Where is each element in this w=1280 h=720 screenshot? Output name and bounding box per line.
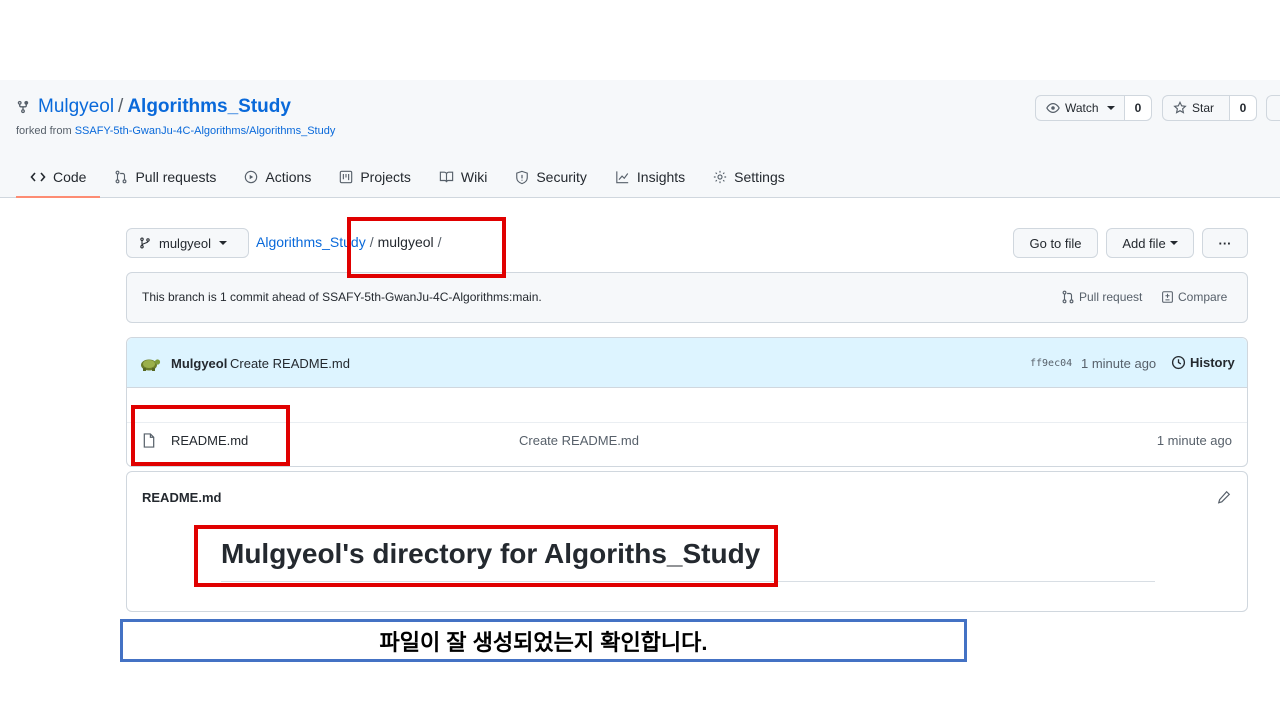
go-to-file-button[interactable]: Go to file <box>1013 228 1098 258</box>
tab-code[interactable]: Code <box>16 158 101 198</box>
repo-owner-link[interactable]: Mulgyeol <box>38 96 114 118</box>
file-commit-message-link[interactable]: Create README.md <box>519 433 639 448</box>
tab-wiki[interactable]: Wiki <box>425 158 501 198</box>
play-icon <box>245 170 258 184</box>
highlight-readme-heading-box <box>194 525 778 587</box>
commit-author-link[interactable]: Mulgyeol <box>171 356 227 371</box>
history-label: History <box>1190 355 1235 370</box>
star-button[interactable]: Star 0 <box>1162 95 1257 121</box>
tab-label: Pull requests <box>135 169 217 185</box>
chevron-down-icon <box>219 241 228 245</box>
tab-security[interactable]: Security <box>501 158 601 198</box>
fork-button[interactable] <box>1266 95 1280 121</box>
watch-count[interactable]: 0 <box>1125 96 1151 120</box>
chevron-down-icon <box>1106 106 1115 110</box>
code-icon <box>30 172 46 182</box>
eye-icon <box>1046 103 1060 113</box>
star-label: Star <box>1192 101 1215 115</box>
star-count[interactable]: 0 <box>1230 96 1256 120</box>
gear-icon <box>714 170 727 184</box>
highlight-readme-file-box <box>131 405 290 466</box>
pull-request-link[interactable]: Pull request <box>1061 290 1142 304</box>
commit-time: 1 minute ago <box>1081 356 1157 371</box>
annotation-caption: 파일이 잘 생성되었는지 확인합니다. <box>120 619 967 662</box>
watch-label: Watch <box>1065 101 1099 115</box>
tab-label: Security <box>536 169 587 185</box>
tab-label: Projects <box>360 169 411 185</box>
repo-title-separator: / <box>118 96 124 117</box>
readme-filename: README.md <box>142 490 222 505</box>
pencil-icon[interactable] <box>1217 490 1231 504</box>
compare-link[interactable]: Compare <box>1161 290 1227 304</box>
tab-label: Actions <box>265 169 312 185</box>
branch-status-bar: This branch is 1 commit ahead of SSAFY-5… <box>126 272 1248 323</box>
more-options-button[interactable]: ··· <box>1202 228 1248 258</box>
pull-request-icon <box>116 170 127 184</box>
add-file-button[interactable]: Add file <box>1106 228 1194 258</box>
repo-header: Mulgyeol / Algorithms_Study forked from … <box>0 80 1280 198</box>
latest-commit-row: Mulgyeol Create README.md ff9ec04 1 minu… <box>127 338 1247 388</box>
file-list: Mulgyeol Create README.md ff9ec04 1 minu… <box>126 337 1248 467</box>
history-icon <box>1171 355 1186 370</box>
history-link[interactable]: History <box>1171 355 1235 370</box>
graph-icon <box>616 171 629 184</box>
commit-sha-link[interactable]: ff9ec04 <box>1030 358 1072 369</box>
shield-icon <box>516 170 529 184</box>
forked-from-link[interactable]: SSAFY-5th-GwanJu-4C-Algorithms/Algorithm… <box>75 125 336 137</box>
tab-actions[interactable]: Actions <box>230 158 325 198</box>
tab-pull-requests[interactable]: Pull requests <box>100 158 230 198</box>
commit-message-link[interactable]: Create README.md <box>230 356 350 371</box>
tab-label: Wiki <box>460 169 488 185</box>
file-diff-icon <box>1162 291 1173 303</box>
project-icon <box>340 170 353 184</box>
file-commit-time: 1 minute ago <box>1156 433 1232 448</box>
avatar[interactable] <box>139 353 161 373</box>
tab-insights[interactable]: Insights <box>601 158 699 198</box>
forked-from-label: forked from <box>16 125 72 137</box>
file-row[interactable]: README.md Create README.md 1 minute ago <box>127 422 1247 458</box>
repo-title: Mulgyeol / Algorithms_Study <box>16 96 291 118</box>
pull-request-label: Pull request <box>1079 290 1143 304</box>
forked-from: forked from SSAFY-5th-GwanJu-4C-Algorith… <box>16 125 335 137</box>
tab-label: Settings <box>734 169 785 185</box>
branch-select-button[interactable]: mulgyeol <box>126 228 249 258</box>
tab-projects[interactable]: Projects <box>325 158 425 198</box>
file-toolbar: mulgyeol Algorithms_Study / mulgyeol / Go t… <box>126 228 1248 258</box>
pull-request-icon <box>1062 290 1074 304</box>
highlight-breadcrumb-box <box>347 217 506 278</box>
chevron-down-icon <box>1169 241 1178 245</box>
branch-ahead-message: This branch is 1 commit ahead of SSAFY-5… <box>142 290 542 304</box>
tab-settings[interactable]: Settings <box>699 158 799 198</box>
github-repo-screenshot: Mulgyeol / Algorithms_Study forked from … <box>0 80 1280 612</box>
repo-forked-icon <box>17 100 29 114</box>
watch-button[interactable]: Watch 0 <box>1035 95 1152 121</box>
star-icon <box>1173 101 1187 114</box>
repo-name-link[interactable]: Algorithms_Study <box>127 96 291 118</box>
tab-label: Insights <box>636 169 686 185</box>
add-file-label: Add file <box>1122 235 1166 251</box>
repo-nav-tabs: Code Pull requests Actions Projects Wiki… <box>16 158 799 198</box>
compare-label: Compare <box>1178 290 1228 304</box>
tab-label: Code <box>53 169 87 185</box>
git-branch-icon <box>140 237 150 249</box>
book-icon <box>439 171 454 183</box>
branch-name: mulgyeol <box>159 235 212 251</box>
